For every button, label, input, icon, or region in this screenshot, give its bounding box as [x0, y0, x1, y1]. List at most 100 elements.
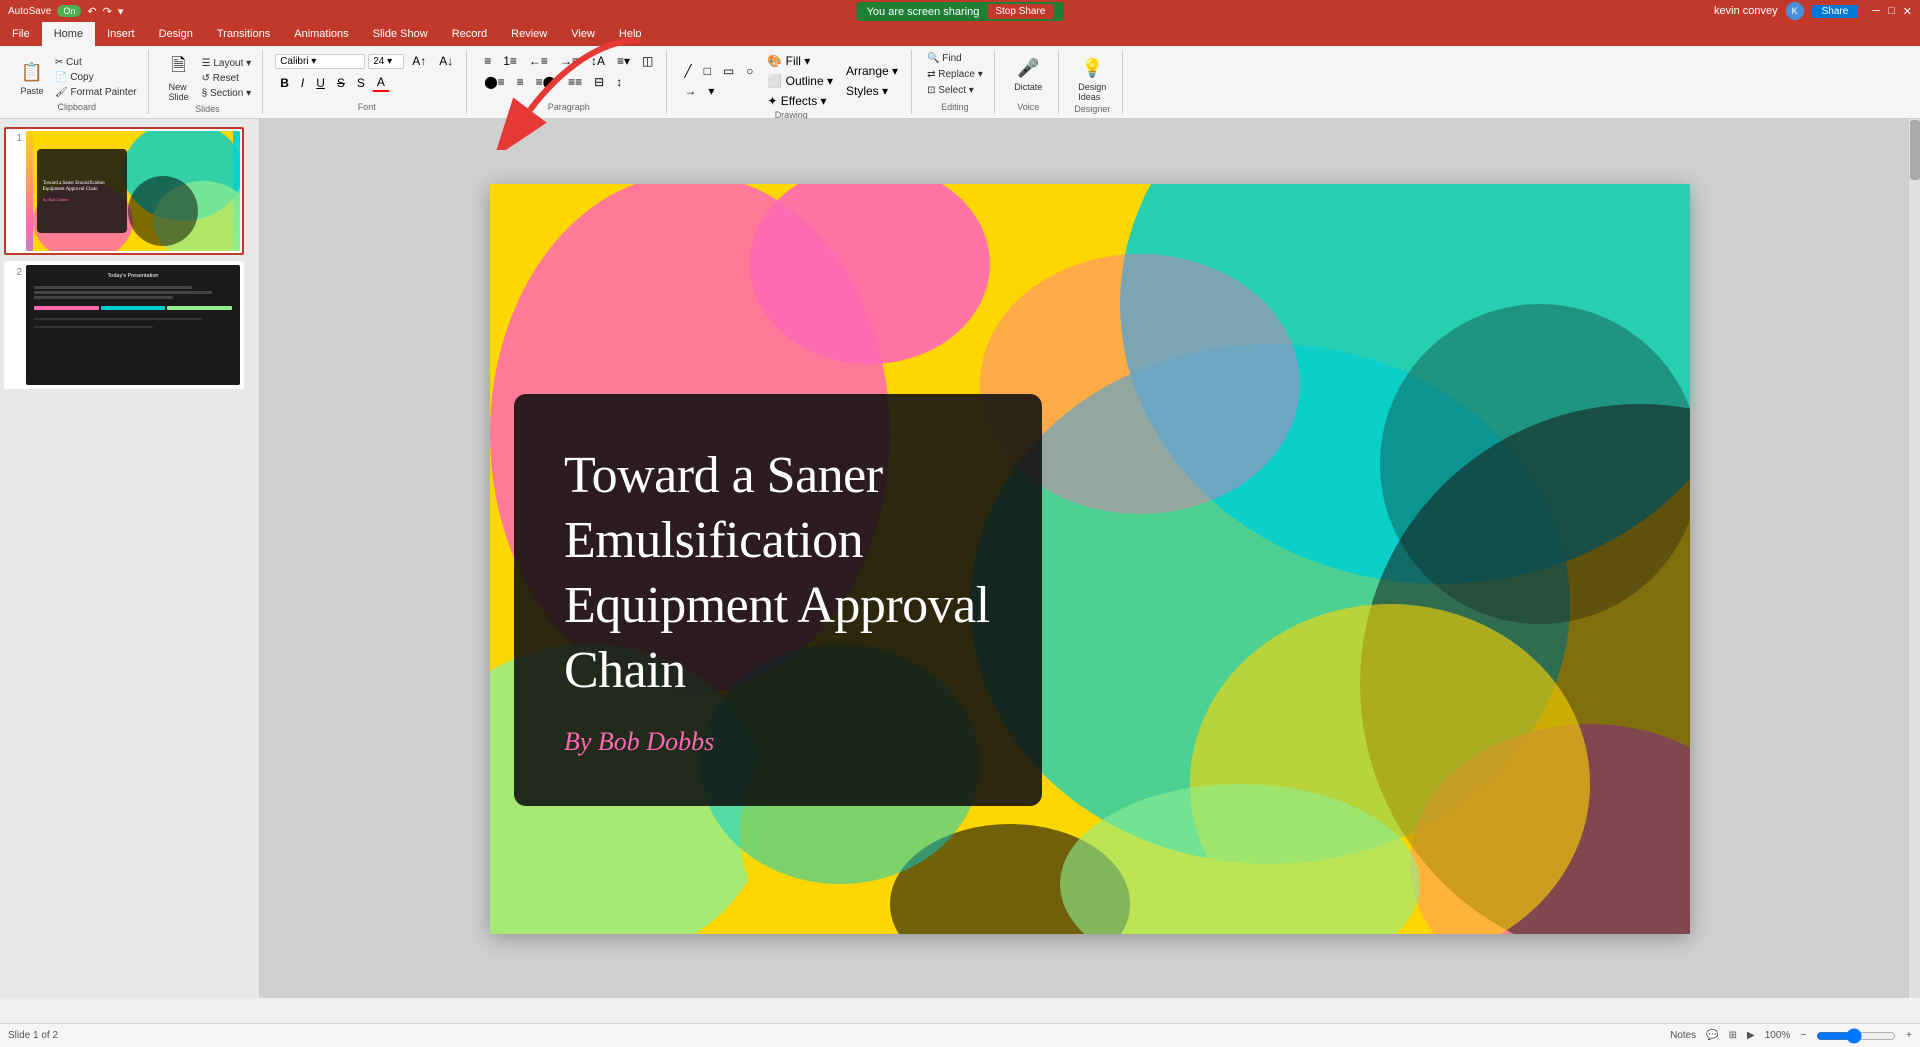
slide-preview-2: Today's Presentation [26, 265, 240, 385]
arrange-button[interactable]: Arrange ▾ [841, 62, 903, 80]
close-button[interactable]: ✕ [1903, 5, 1912, 18]
undo-icon[interactable]: ↶ [87, 5, 96, 18]
design-ideas-button[interactable]: 💡 DesignIdeas [1074, 52, 1110, 104]
designer-group: 💡 DesignIdeas Designer [1063, 50, 1123, 114]
comments-icon[interactable]: 💬 [1706, 1030, 1718, 1041]
new-slide-button[interactable]: 🗎 NewSlide [161, 52, 197, 104]
find-button[interactable]: 🔍 Find [924, 52, 986, 65]
canvas-scrollbar[interactable] [1908, 119, 1920, 998]
decrease-indent-button[interactable]: ←≡ [524, 52, 553, 70]
align-right-button[interactable]: ≡⬤ [531, 73, 561, 91]
shape-fill-button[interactable]: 🎨 Fill ▾ [762, 52, 838, 70]
redo-icon[interactable]: ↷ [103, 5, 112, 18]
select-button[interactable]: ⊡ Select ▾ [924, 84, 986, 97]
paragraph-controls: ≡ 1≡ ←≡ →≡ ↕A ≡▾ ◫ ⬤≡ ≡ ≡⬤ ≡≡ ⊟ ↕ [479, 52, 658, 102]
quick-styles-button[interactable]: Styles ▾ [841, 82, 903, 100]
tab-insert[interactable]: Insert [95, 22, 147, 46]
tab-help[interactable]: Help [607, 22, 654, 46]
smartart-button[interactable]: ◫ [637, 52, 658, 70]
font-name-dropdown[interactable]: Calibri ▾ [275, 54, 365, 69]
bullets-button[interactable]: ≡ [479, 52, 496, 70]
tab-record[interactable]: Record [440, 22, 499, 46]
zoom-out-button[interactable]: − [1800, 1030, 1806, 1041]
tab-file[interactable]: File [0, 22, 42, 46]
canvas-area[interactable]: Toward a Saner Emulsification Equipment … [260, 119, 1920, 998]
arrange-buttons: Arrange ▾ Styles ▾ [841, 62, 903, 100]
zoom-in-button[interactable]: + [1906, 1030, 1912, 1041]
editing-controls: 🔍 Find ⇄ Replace ▾ ⊡ Select ▾ [924, 52, 986, 102]
editing-label: Editing [941, 102, 969, 112]
tab-view[interactable]: View [559, 22, 607, 46]
slides-small-buttons: ☰ Layout ▾ ↺ Reset § Section ▾ [199, 57, 255, 100]
layout-button[interactable]: ☰ Layout ▾ [199, 57, 255, 70]
reset-button[interactable]: ↺ Reset [199, 72, 255, 85]
rounded-rect-shape[interactable]: ▭ [718, 62, 739, 80]
main-slide[interactable]: Toward a Saner Emulsification Equipment … [490, 184, 1690, 934]
section-button[interactable]: § Section ▾ [199, 87, 255, 100]
rect-shape[interactable]: □ [699, 62, 716, 80]
slide-2-title-preview: Today's Presentation [34, 273, 232, 279]
shadow-button[interactable]: S [352, 74, 370, 92]
underline-button[interactable]: U [311, 74, 330, 92]
shape-effects-button[interactable]: ✦ Effects ▾ [762, 92, 838, 110]
line-spacing-button[interactable]: ↕ [611, 73, 627, 91]
titlebar-right: kevin convey K Share ─ □ ✕ [1714, 2, 1912, 20]
minimize-button[interactable]: ─ [1872, 5, 1880, 17]
sharing-bar: You are screen sharing Stop Share [857, 2, 1064, 21]
strikethrough-button[interactable]: S [332, 74, 350, 92]
italic-button[interactable]: I [296, 74, 309, 92]
stop-share-button[interactable]: Stop Share [987, 4, 1053, 19]
tab-transitions[interactable]: Transitions [205, 22, 282, 46]
bold-button[interactable]: B [275, 74, 294, 92]
view-slideshow-icon[interactable]: ▶ [1747, 1030, 1755, 1041]
grow-font-button[interactable]: A↑ [407, 52, 431, 70]
increase-indent-button[interactable]: →≡ [555, 52, 584, 70]
slide-thumb-2[interactable]: 2 Today's Presentation [4, 261, 244, 389]
notes-button[interactable]: Notes [1670, 1030, 1696, 1041]
font-size-dropdown[interactable]: 24 ▾ [368, 54, 404, 69]
share-button[interactable]: Share [1812, 5, 1859, 18]
align-text-button[interactable]: ≡▾ [612, 52, 635, 70]
font-color-button[interactable]: A [372, 73, 390, 92]
align-left-button[interactable]: ⬤≡ [479, 73, 509, 91]
zoom-slider[interactable] [1816, 1028, 1896, 1044]
slides-buttons: 🗎 NewSlide ☰ Layout ▾ ↺ Reset § Section … [161, 52, 255, 104]
clipboard-small-buttons: ✂ Cut 📄 Copy 🖌 Format Painter [52, 56, 140, 99]
slide-textbox[interactable]: Toward a Saner Emulsification Equipment … [514, 394, 1042, 807]
s2-footer-line-2 [34, 326, 153, 328]
tab-review[interactable]: Review [499, 22, 559, 46]
view-normal-icon[interactable]: ⊞ [1729, 1030, 1737, 1041]
align-center-button[interactable]: ≡ [512, 73, 529, 91]
user-name: kevin convey [1714, 5, 1778, 17]
copy-button[interactable]: 📄 Copy [52, 71, 140, 84]
cut-button[interactable]: ✂ Cut [52, 56, 140, 69]
arrow-shape[interactable]: → [679, 82, 701, 100]
autosave-toggle[interactable]: On [57, 5, 81, 17]
column-button[interactable]: ⊟ [589, 73, 609, 91]
paste-button[interactable]: 📋 Paste [14, 56, 50, 98]
quick-access-more[interactable]: ▾ [118, 5, 124, 18]
format-painter-button[interactable]: 🖌 Format Painter [52, 86, 140, 99]
shape-outline-button[interactable]: ⬜ Outline ▾ [762, 72, 838, 90]
scrollbar-thumb[interactable] [1910, 120, 1920, 180]
maximize-button[interactable]: □ [1888, 5, 1895, 17]
justify-button[interactable]: ≡≡ [563, 73, 587, 91]
tab-design[interactable]: Design [147, 22, 205, 46]
line-shape[interactable]: ╱ [679, 62, 696, 80]
dictate-button[interactable]: 🎤 Dictate [1010, 52, 1046, 94]
shrink-font-button[interactable]: A↓ [434, 52, 458, 70]
dictate-label: Dictate [1014, 82, 1042, 92]
oval-shape[interactable]: ○ [741, 62, 758, 80]
more-shapes[interactable]: ▾ [703, 82, 719, 100]
replace-button[interactable]: ⇄ Replace ▾ [924, 68, 986, 81]
tab-home[interactable]: Home [42, 22, 95, 46]
slide-thumb-1[interactable]: 1 Toward a Saner Emulsification Equipmen… [4, 127, 244, 255]
s2-footer-line [34, 318, 202, 320]
text-direction-button[interactable]: ↕A [586, 52, 610, 70]
tab-animations[interactable]: Animations [282, 22, 360, 46]
slides-group: 🗎 NewSlide ☰ Layout ▾ ↺ Reset § Section … [153, 50, 264, 114]
numbering-button[interactable]: 1≡ [498, 52, 522, 70]
tab-slideshow[interactable]: Slide Show [361, 22, 440, 46]
slide-count: Slide 1 of 2 [8, 1030, 58, 1041]
slide-1-author-preview: By Bob Dobbs [43, 197, 121, 202]
